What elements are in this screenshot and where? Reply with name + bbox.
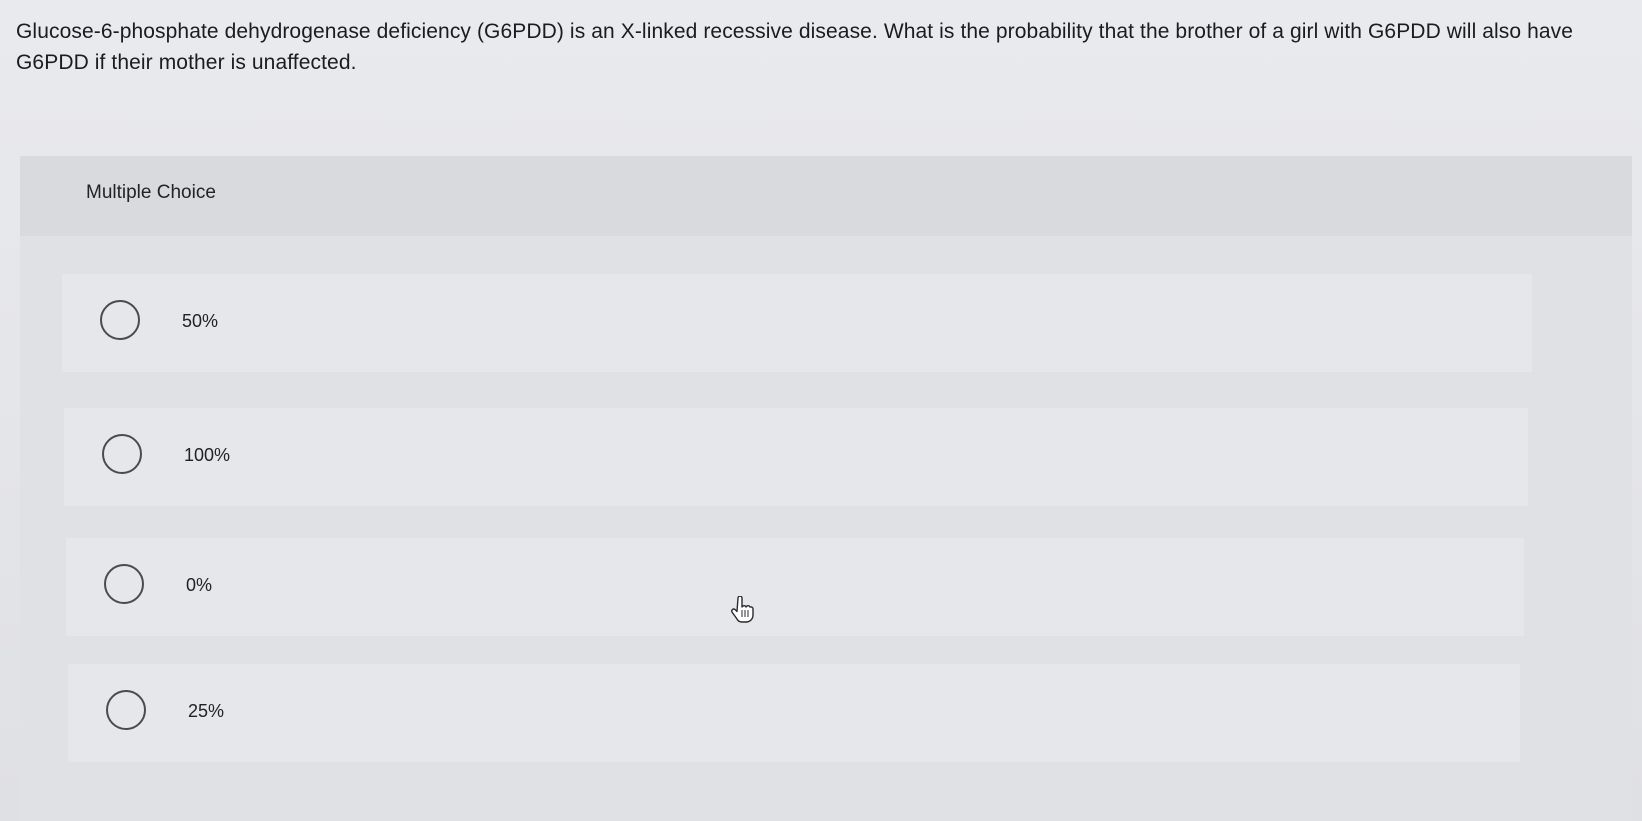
option-label: 25% xyxy=(188,701,225,721)
multiple-choice-panel: Multiple Choice 50% 100% 0% 25% xyxy=(20,156,1632,821)
panel-header: Multiple Choice xyxy=(20,156,1632,236)
pointer-hand-icon xyxy=(731,596,754,623)
option-label: 50% xyxy=(182,311,219,331)
option-0-percent[interactable]: 0% xyxy=(66,538,1524,636)
radio-button-icon[interactable] xyxy=(100,300,140,340)
option-25-percent[interactable]: 25% xyxy=(68,664,1520,762)
radio-button-icon[interactable] xyxy=(104,564,144,604)
question-text: Glucose-6-phosphate dehydrogenase defici… xyxy=(16,20,1574,74)
option-50-percent[interactable]: 50% xyxy=(62,274,1532,372)
panel-title: Multiple Choice xyxy=(86,182,216,203)
option-label: 100% xyxy=(184,445,231,465)
radio-button-icon[interactable] xyxy=(106,690,146,730)
radio-button-icon[interactable] xyxy=(102,434,142,474)
option-100-percent[interactable]: 100% xyxy=(64,408,1528,506)
option-label: 0% xyxy=(186,575,213,595)
